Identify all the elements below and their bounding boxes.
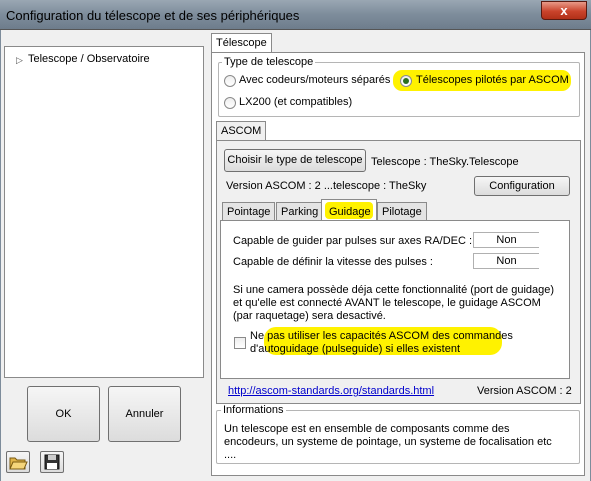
note-line: Si une camera possède déja cette fonctio…: [233, 284, 555, 296]
tab-parking-label: Parking: [281, 206, 319, 218]
tab-telescope[interactable]: Télescope: [211, 33, 272, 53]
disable-pulseguide-checkbox[interactable]: [234, 337, 246, 349]
tab-ascom-label: ASCOM: [221, 125, 262, 137]
telescope-name-label: Telescope : TheSky.Telescope: [371, 156, 519, 168]
ascom-standards-link[interactable]: http://ascom-standards.org/standards.htm…: [228, 385, 434, 397]
disable-pulseguide-label[interactable]: Ne pas utiliser les capacités ASCOM des …: [250, 330, 513, 356]
guidage-note: Si une camera possède déja cette fonctio…: [233, 284, 554, 323]
pulse-rate-value: Non: [473, 253, 539, 269]
tab-pilotage-label: Pilotage: [382, 206, 422, 218]
folder-open-icon: [9, 457, 28, 470]
note-line: (par raquetage) sera desactivé.: [233, 310, 386, 322]
telescope-type-legend: Type de telescope: [222, 56, 316, 68]
choose-telescope-button[interactable]: Choisir le type de telescope: [224, 149, 366, 172]
info-text: Un telescope est en ensemble de composan…: [224, 423, 552, 462]
title-bar: Configuration du télescope et de ses pér…: [0, 0, 591, 30]
tab-guidage[interactable]: Guidage: [321, 199, 377, 221]
open-button[interactable]: [6, 451, 30, 473]
cancel-button[interactable]: Annuler: [108, 386, 181, 442]
tab-pointage[interactable]: Pointage: [222, 202, 276, 220]
floppy-disk-icon: [44, 454, 60, 470]
checkbox-text: Ne: [250, 330, 268, 342]
configuration-button[interactable]: Configuration: [474, 176, 570, 196]
checkbox-text-line2: d'autoguidage (pulseguide) si elles exis…: [250, 343, 461, 355]
info-legend: Informations: [221, 404, 286, 416]
expand-arrow-icon[interactable]: ▷: [16, 55, 23, 66]
ascom-version-footer: Version ASCOM : 2: [477, 385, 572, 397]
window-title: Configuration du télescope et de ses pér…: [6, 8, 300, 23]
radio-separate-motors-label[interactable]: Avec codeurs/moteurs séparés: [239, 74, 390, 86]
tab-telescope-label: Télescope: [216, 37, 267, 49]
ascom-version-label: Version ASCOM : 2 ...telescope : TheSky: [226, 180, 427, 192]
info-line: Un telescope est en ensemble de composan…: [224, 423, 510, 435]
pulse-rate-label: Capable de définir la vitesse des pulses…: [233, 256, 433, 268]
radio-ascom-label[interactable]: Télescopes pilotés par ASCOM: [416, 74, 569, 86]
close-button[interactable]: x: [541, 1, 587, 20]
tab-ascom[interactable]: ASCOM: [216, 121, 267, 141]
pulse-guide-value: Non: [473, 232, 539, 248]
tab-pointage-label: Pointage: [227, 206, 271, 218]
radio-lx200-label[interactable]: LX200 (et compatibles): [239, 96, 352, 108]
close-icon: x: [560, 3, 568, 18]
info-line: ....: [224, 449, 237, 461]
ok-button[interactable]: OK: [27, 386, 100, 442]
radio-lx200[interactable]: [224, 97, 236, 109]
radio-separate-motors[interactable]: [224, 75, 236, 87]
info-line: encodeurs, un systeme de pointage, un sy…: [224, 436, 552, 448]
pulse-guide-label: Capable de guider par pulses sur axes RA…: [233, 235, 473, 247]
tab-guidage-label: Guidage: [329, 206, 371, 218]
tab-parking[interactable]: Parking: [276, 202, 324, 220]
checkbox-text-highlight: pas utiliser les capacités ASCOM des com…: [267, 330, 513, 342]
radio-ascom[interactable]: [400, 75, 412, 87]
note-line: et qu'elle est connecté AVANT le telesco…: [233, 297, 541, 309]
tab-pilotage[interactable]: Pilotage: [377, 202, 427, 220]
tree-item-telescope[interactable]: Telescope / Observatoire: [28, 53, 150, 65]
save-button[interactable]: [40, 451, 64, 473]
config-tree[interactable]: ▷ Telescope / Observatoire: [4, 46, 204, 378]
